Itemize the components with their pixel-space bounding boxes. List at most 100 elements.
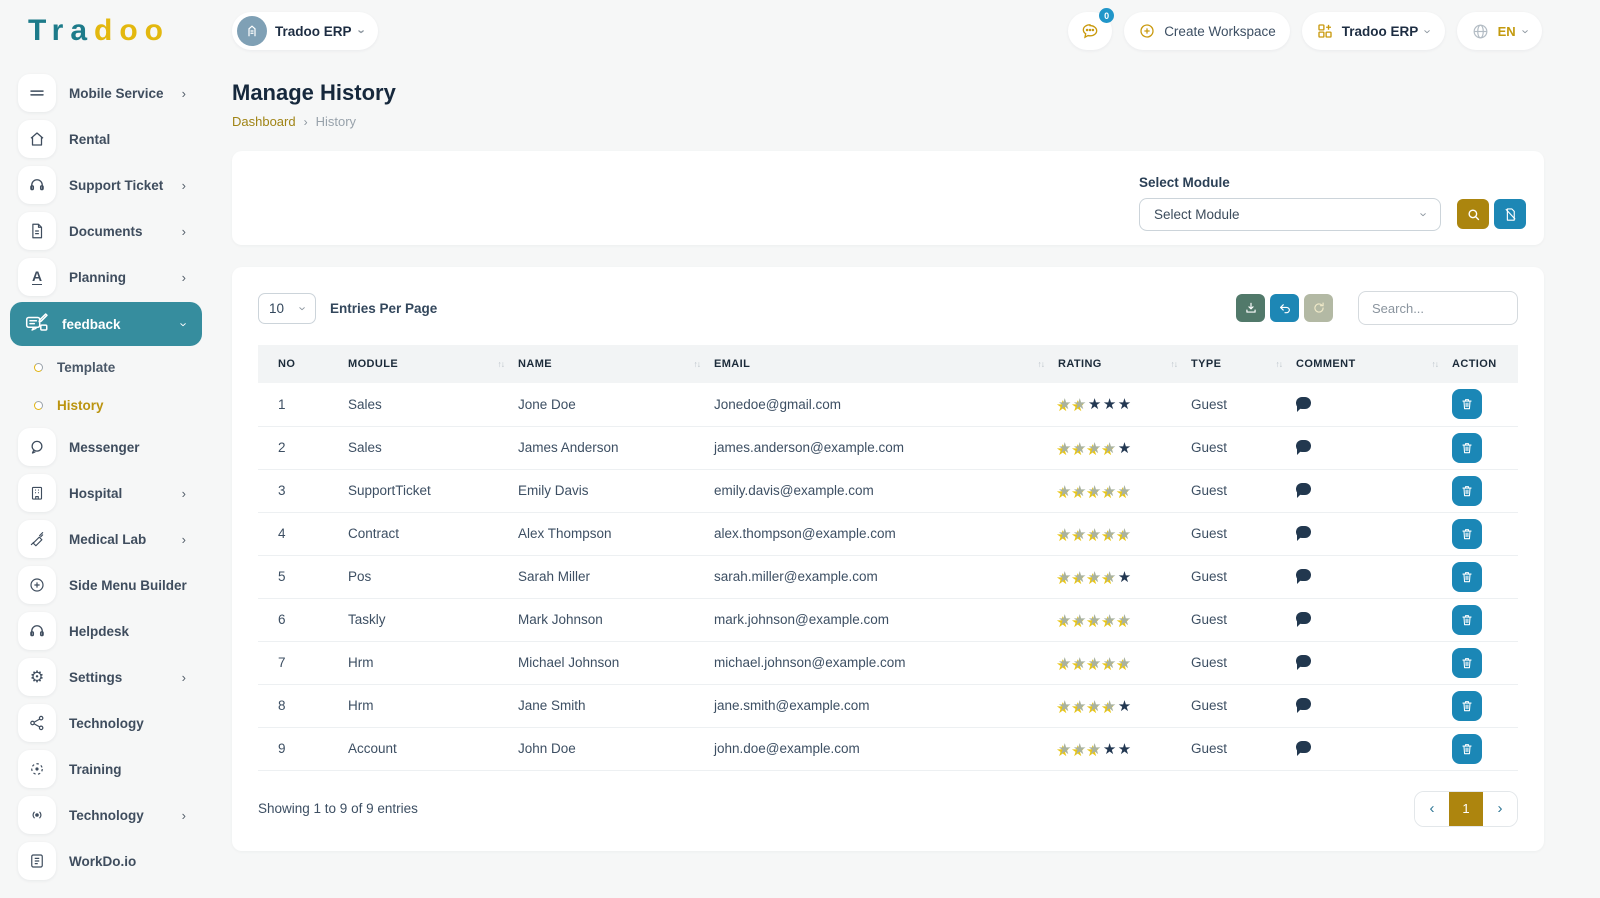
entries-per-page-value: 10: [269, 301, 284, 316]
column-header-comment[interactable]: COMMENT↑↓: [1296, 345, 1452, 383]
sidebar-subitem-label: History: [57, 398, 104, 413]
sidebar-item-documents[interactable]: Documents ›: [0, 208, 212, 254]
comment-icon[interactable]: [1296, 397, 1311, 409]
trash-icon: [1460, 570, 1474, 584]
comment-icon[interactable]: [1296, 569, 1311, 581]
sidebar-item-label: Messenger: [69, 440, 212, 455]
chevron-right-icon: ›: [182, 86, 186, 101]
sidebar-item-settings[interactable]: ⚙ Settings ›: [0, 654, 212, 700]
undo-button[interactable]: [1270, 294, 1299, 322]
bullet-icon: [34, 401, 43, 410]
globe-icon: [1471, 22, 1490, 41]
create-workspace-label: Create Workspace: [1164, 24, 1276, 39]
language-selector[interactable]: EN ›: [1457, 12, 1542, 50]
sidebar-item-hospital[interactable]: Hospital ›: [0, 470, 212, 516]
delete-button[interactable]: [1452, 433, 1482, 463]
sidebar-subitem-template[interactable]: Template: [0, 348, 212, 386]
menu-icon: [18, 74, 56, 112]
comment-icon[interactable]: [1296, 741, 1311, 753]
star-rating: ★★★★★: [1058, 740, 1133, 758]
sidebar-item-messenger[interactable]: Messenger: [0, 424, 212, 470]
chevron-down-icon: ›: [176, 322, 191, 326]
cell-type: Guest: [1191, 598, 1296, 641]
export-button[interactable]: [1236, 294, 1265, 322]
chevron-down-icon: ›: [1416, 212, 1431, 216]
entries-per-page-select[interactable]: 10 ›: [258, 293, 316, 324]
sidebar-item-mobile-service[interactable]: Mobile Service ›: [0, 70, 212, 116]
filter-clear-button[interactable]: [1494, 199, 1526, 229]
comment-icon[interactable]: [1296, 655, 1311, 667]
sidebar-item-workdo[interactable]: WorkDo.io: [0, 838, 212, 884]
sidebar-item-technology-2[interactable]: Technology ›: [0, 792, 212, 838]
cell-type: Guest: [1191, 426, 1296, 469]
sidebar-item-side-menu-builder[interactable]: Side Menu Builder: [0, 562, 212, 608]
cell-action: [1452, 512, 1518, 555]
column-header-type[interactable]: TYPE↑↓: [1191, 345, 1296, 383]
delete-button[interactable]: [1452, 562, 1482, 592]
sort-icon[interactable]: ↑↓: [1276, 359, 1283, 369]
sidebar-item-rental[interactable]: Rental: [0, 116, 212, 162]
column-header-rating[interactable]: RATING↑↓: [1058, 345, 1191, 383]
column-header-no[interactable]: NO: [258, 345, 348, 383]
delete-button[interactable]: [1452, 605, 1482, 635]
workspace-selector[interactable]: Tradoo ERP ›: [232, 12, 378, 50]
sidebar-item-medical-lab[interactable]: Medical Lab ›: [0, 516, 212, 562]
delete-button[interactable]: [1452, 691, 1482, 721]
cell-action: [1452, 555, 1518, 598]
messages-button[interactable]: 0: [1068, 12, 1112, 50]
column-header-module[interactable]: MODULE↑↓: [348, 345, 518, 383]
comment-icon[interactable]: [1296, 698, 1311, 710]
table-row: 2SalesJames Andersonjames.anderson@examp…: [258, 426, 1518, 469]
sort-icon[interactable]: ↑↓: [1038, 359, 1045, 369]
cell-action: [1452, 598, 1518, 641]
sidebar-item-label: Training: [69, 762, 212, 777]
brand-logo[interactable]: Tradoo: [0, 14, 212, 48]
sidebar-item-label: Technology: [69, 808, 182, 823]
sidebar-item-support-ticket[interactable]: Support Ticket ›: [0, 162, 212, 208]
pagination-next-button[interactable]: ›: [1483, 792, 1517, 826]
delete-button[interactable]: [1452, 519, 1482, 549]
sidebar-item-training[interactable]: Training: [0, 746, 212, 792]
app-switcher-button[interactable]: Tradoo ERP ›: [1302, 12, 1445, 50]
column-header-email[interactable]: EMAIL↑↓: [714, 345, 1058, 383]
comment-icon[interactable]: [1296, 526, 1311, 538]
cell-email: michael.johnson@example.com: [714, 641, 1058, 684]
cell-name: Jone Doe: [518, 383, 714, 426]
sort-icon[interactable]: ↑↓: [694, 359, 701, 369]
table-search-input[interactable]: [1358, 291, 1518, 325]
delete-button[interactable]: [1452, 389, 1482, 419]
comment-icon[interactable]: [1296, 612, 1311, 624]
sidebar-item-feedback[interactable]: feedback ›: [10, 302, 202, 346]
cell-comment: [1296, 641, 1452, 684]
breadcrumb-dashboard-link[interactable]: Dashboard: [232, 114, 296, 129]
sort-icon[interactable]: ↑↓: [498, 359, 505, 369]
pagination-page-1[interactable]: 1: [1449, 792, 1483, 826]
module-select[interactable]: Select Module ›: [1139, 198, 1441, 231]
chat-round-icon: [18, 428, 56, 466]
delete-button[interactable]: [1452, 476, 1482, 506]
sidebar-item-planning[interactable]: A Planning ›: [0, 254, 212, 300]
filter-search-button[interactable]: [1457, 199, 1489, 229]
comment-icon[interactable]: [1296, 440, 1311, 452]
refresh-button[interactable]: [1304, 294, 1333, 322]
pagination-prev-button[interactable]: ‹: [1415, 792, 1449, 826]
sidebar-item-helpdesk[interactable]: Helpdesk: [0, 608, 212, 654]
delete-button[interactable]: [1452, 648, 1482, 678]
bullet-icon: [34, 363, 43, 372]
cell-type: Guest: [1191, 469, 1296, 512]
cell-type: Guest: [1191, 727, 1296, 770]
chevron-down-icon: ›: [1518, 29, 1533, 33]
delete-button[interactable]: [1452, 734, 1482, 764]
home-icon: [18, 120, 56, 158]
sidebar-item-technology-1[interactable]: Technology: [0, 700, 212, 746]
cell-rating: ★★★★★: [1058, 684, 1191, 727]
cell-rating: ★★★★★: [1058, 426, 1191, 469]
comment-icon[interactable]: [1296, 483, 1311, 495]
create-workspace-button[interactable]: Create Workspace: [1124, 12, 1290, 50]
sidebar-subitem-history[interactable]: History: [0, 386, 212, 424]
cell-name: Jane Smith: [518, 684, 714, 727]
sort-icon[interactable]: ↑↓: [1432, 359, 1439, 369]
sort-icon[interactable]: ↑↓: [1171, 359, 1178, 369]
column-header-name[interactable]: NAME↑↓: [518, 345, 714, 383]
workspace-name: Tradoo ERP: [275, 24, 352, 39]
